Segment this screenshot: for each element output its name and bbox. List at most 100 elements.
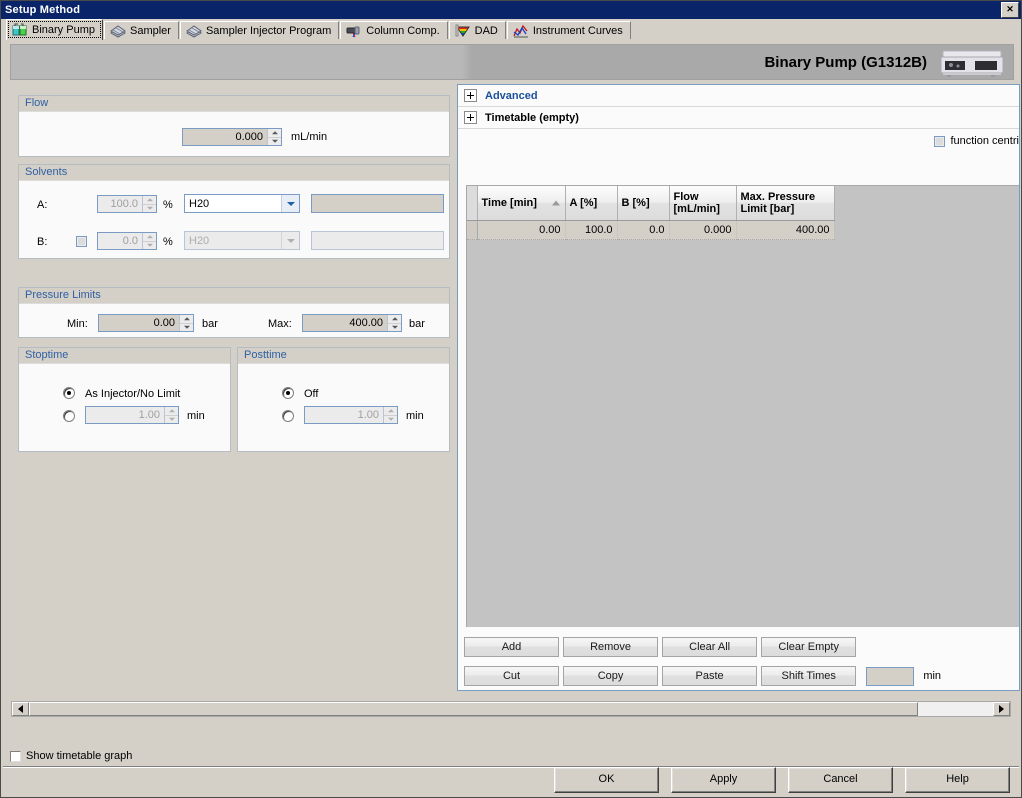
posttime-group-title: Posttime: [238, 348, 449, 364]
timetable-section-header[interactable]: Timetable (empty): [458, 107, 1019, 129]
row-selector-cell[interactable]: [467, 220, 478, 240]
copy-button[interactable]: Copy: [563, 666, 659, 686]
tab-sampler-injector-program[interactable]: Sampler Injector Program: [179, 21, 340, 40]
solvent-b-percent-stepper[interactable]: [97, 232, 157, 250]
show-timetable-graph-row[interactable]: Show timetable graph: [10, 750, 132, 762]
cancel-button[interactable]: Cancel: [788, 767, 893, 793]
stoptime-custom-radio[interactable]: [63, 410, 75, 422]
column-header-a-percent[interactable]: A [%]: [565, 186, 618, 221]
stoptime-spin-up[interactable]: [165, 407, 178, 416]
posttime-custom-radio[interactable]: [282, 410, 294, 422]
plus-icon[interactable]: [464, 89, 477, 102]
timetable-grid[interactable]: Time [min] A [%] B [%] Flow [mL/min] Max…: [466, 185, 1019, 627]
add-button[interactable]: Add: [464, 637, 559, 657]
posttime-spin-down[interactable]: [384, 416, 397, 424]
solvent-a-spinner-buttons[interactable]: [142, 196, 156, 212]
tab-sampler[interactable]: Sampler: [103, 21, 179, 40]
advanced-label: Advanced: [485, 89, 538, 102]
posttime-off-radio[interactable]: [282, 387, 294, 399]
cut-button[interactable]: Cut: [464, 666, 559, 686]
shift-times-button[interactable]: Shift Times: [761, 666, 857, 686]
column-header-time[interactable]: Time [min]: [477, 186, 566, 221]
advanced-section-header[interactable]: Advanced: [458, 85, 1019, 107]
cell-time[interactable]: 0.00: [477, 220, 566, 240]
solvent-b-spin-down[interactable]: [143, 242, 156, 250]
pump-device-image: [940, 50, 1004, 77]
pressure-max-spin-down[interactable]: [388, 324, 401, 332]
function-centric-checkbox[interactable]: [934, 135, 946, 147]
stoptime-as-injector-radio[interactable]: [63, 387, 75, 399]
horizontal-scrollbar[interactable]: [11, 701, 1011, 717]
clear-empty-button[interactable]: Clear Empty: [761, 637, 857, 657]
tab-instrument-curves[interactable]: Instrument Curves: [506, 21, 631, 40]
solvent-b-spinner-buttons[interactable]: [142, 233, 156, 249]
timetable-buttons-row-2: Cut Copy Paste Shift Times min: [464, 666, 1013, 686]
pressure-min-stepper[interactable]: [98, 314, 194, 332]
solvent-a-spin-down[interactable]: [143, 205, 156, 213]
pressure-max-spinner-buttons[interactable]: [387, 315, 401, 331]
posttime-value-input[interactable]: [305, 407, 383, 423]
tab-dad[interactable]: DAD: [448, 21, 506, 40]
ok-button[interactable]: OK: [554, 767, 659, 793]
apply-button[interactable]: Apply: [671, 767, 776, 793]
scroll-right-icon[interactable]: [993, 702, 1010, 716]
scroll-left-icon[interactable]: [12, 702, 29, 716]
table-row[interactable]: 0.00 100.0 0.0 0.000 400.00: [467, 220, 835, 240]
solvent-a-name-input[interactable]: [311, 194, 444, 213]
scroll-thumb[interactable]: [29, 702, 918, 716]
pressure-max-spin-up[interactable]: [388, 315, 401, 324]
scroll-track[interactable]: [29, 702, 993, 716]
shift-times-input[interactable]: [866, 666, 915, 686]
flow-spinner-buttons[interactable]: [267, 129, 281, 145]
cell-a-percent[interactable]: 100.0: [565, 220, 618, 240]
posttime-value-stepper[interactable]: [304, 406, 398, 424]
tab-column-comp[interactable]: Column Comp.: [340, 21, 448, 40]
tab-binary-pump[interactable]: Binary Pump: [6, 19, 103, 40]
solvent-a-percent-input[interactable]: [98, 196, 142, 212]
stoptime-value-input[interactable]: [86, 407, 164, 423]
posttime-spinner-buttons[interactable]: [383, 407, 397, 423]
show-timetable-graph-checkbox[interactable]: [10, 750, 21, 762]
clear-all-button[interactable]: Clear All: [662, 637, 758, 657]
flow-value-input[interactable]: [183, 129, 267, 145]
cell-b-percent[interactable]: 0.0: [617, 220, 670, 240]
solvent-b-enable-checkbox[interactable]: [76, 236, 87, 247]
solvent-a-percent-stepper[interactable]: [97, 195, 157, 213]
solvent-a-spin-up[interactable]: [143, 196, 156, 205]
cell-max-pressure[interactable]: 400.00: [736, 220, 835, 240]
stoptime-value-stepper[interactable]: [85, 406, 179, 424]
cell-flow[interactable]: 0.000: [669, 220, 737, 240]
help-button[interactable]: Help: [905, 767, 1010, 793]
column-header-flow[interactable]: Flow [mL/min]: [669, 186, 737, 221]
flow-unit-label: mL/min: [291, 131, 328, 143]
stoptime-spin-down[interactable]: [165, 416, 178, 424]
pressure-max-stepper[interactable]: [302, 314, 402, 332]
close-icon[interactable]: ✕: [1001, 2, 1019, 18]
posttime-spin-up[interactable]: [384, 407, 397, 416]
flow-spin-down[interactable]: [268, 138, 281, 146]
solvent-b-spin-up[interactable]: [143, 233, 156, 242]
solvent-b-percent-input[interactable]: [98, 233, 142, 249]
posttime-unit-label: min: [406, 410, 424, 422]
pressure-max-input[interactable]: [303, 315, 387, 331]
chevron-down-icon[interactable]: [281, 232, 299, 249]
column-header-b-percent[interactable]: B [%]: [617, 186, 670, 221]
remove-button[interactable]: Remove: [563, 637, 659, 657]
pressure-min-spin-down[interactable]: [180, 324, 193, 332]
col-label: Max. Pressure: [740, 191, 816, 203]
pressure-min-spinner-buttons[interactable]: [179, 315, 193, 331]
paste-button[interactable]: Paste: [662, 666, 758, 686]
pressure-max-label: Max:: [268, 318, 292, 330]
solvent-b-name-input[interactable]: [311, 231, 444, 250]
solvent-b-select[interactable]: H20: [184, 231, 300, 250]
flow-spin-up[interactable]: [268, 129, 281, 138]
solvent-a-select[interactable]: H20: [184, 194, 300, 213]
column-header-max-pressure[interactable]: Max. Pressure Limit [bar]: [736, 186, 835, 221]
plus-icon[interactable]: [464, 111, 477, 124]
row-selector-header: [467, 186, 478, 221]
stoptime-spinner-buttons[interactable]: [164, 407, 178, 423]
chevron-down-icon[interactable]: [281, 195, 299, 212]
pressure-min-input[interactable]: [99, 315, 179, 331]
pressure-min-spin-up[interactable]: [180, 315, 193, 324]
flow-value-stepper[interactable]: [182, 128, 282, 146]
